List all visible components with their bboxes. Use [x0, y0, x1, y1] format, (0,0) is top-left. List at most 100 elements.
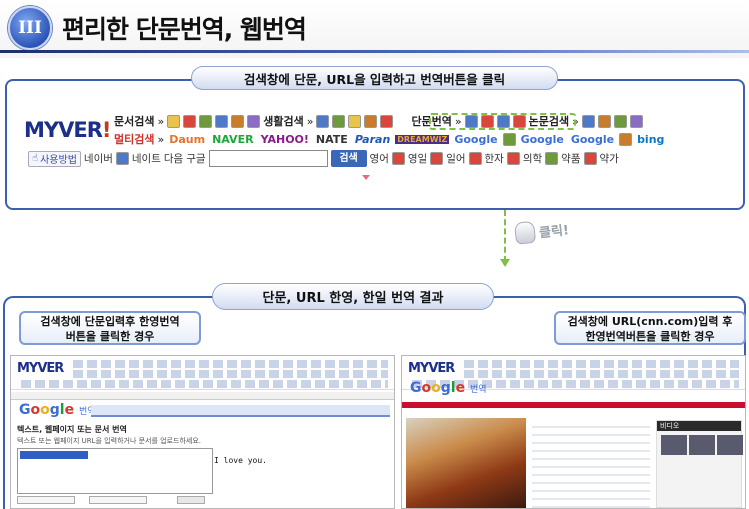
right-caption-line2: 한영번역버튼을 클릭한 경우 — [585, 330, 715, 343]
section-number-badge: III — [8, 6, 52, 50]
step2-label: 단문, URL 한영, 한일 번역 결과 — [212, 283, 494, 310]
short-translate-highlight — [429, 113, 576, 130]
slide: III 편리한 단문번역, 웹번역 검색창에 단문, URL을 입력하고 번역버… — [0, 0, 749, 509]
section-hint: 텍스트 또는 웹페이지 URL을 입력하거나 문서를 업로드하세요. — [17, 437, 202, 445]
left-case-caption: 검색창에 단문입력후 한영번역 버튼을 클릭한 경우 — [19, 311, 201, 345]
separator: » — [157, 114, 165, 128]
nate-link[interactable]: NATE — [314, 133, 350, 146]
separator: » — [306, 114, 314, 128]
life-search-label[interactable]: 생활검색 — [263, 113, 303, 129]
usage-button[interactable]: ☝ 사용방법 — [28, 150, 81, 167]
left-caption-line1: 검색창에 단문입력후 한영번역 — [40, 315, 180, 328]
source-textarea[interactable] — [17, 448, 213, 494]
google-variant-icon[interactable] — [502, 132, 516, 146]
naver-link[interactable]: NAVER — [210, 133, 255, 146]
news-list — [532, 420, 650, 508]
drug-icon[interactable] — [583, 152, 597, 165]
doc-icon[interactable] — [215, 114, 229, 128]
option-drug-price[interactable]: 약가 — [600, 151, 619, 166]
search-input[interactable] — [208, 150, 328, 167]
translate-tabs[interactable] — [91, 405, 390, 417]
mini-toolbar: MYVER — [11, 356, 394, 390]
translate-button[interactable] — [177, 496, 205, 504]
bag-icon[interactable] — [364, 114, 378, 128]
usage-label: 사용방법 — [40, 155, 77, 166]
toolbar-row-3: ☝ 사용방법 네이버 네이트 다음 구글 검색 영어 영일 일어 한자 의학 약품… — [28, 150, 619, 167]
click-hint: 클릭! — [513, 217, 570, 245]
source-lang-select[interactable] — [17, 496, 75, 504]
en-jp-icon[interactable] — [430, 152, 444, 165]
med-icon[interactable] — [629, 114, 643, 128]
yahoo-link[interactable]: YAHOO! — [259, 133, 311, 146]
news-photo — [406, 418, 526, 508]
google-bar — [11, 392, 394, 400]
right-case-caption: 검색창에 URL(cnn.com)입력 후 한영번역버튼을 클릭한 경우 — [554, 311, 746, 345]
english-icon[interactable] — [391, 152, 405, 165]
option-medical[interactable]: 의학 — [523, 151, 542, 166]
video-thumb[interactable] — [689, 435, 715, 455]
google-translate-label: 번역 — [469, 385, 487, 395]
mouse-hand-icon — [513, 220, 537, 245]
slide-icon[interactable] — [231, 114, 245, 128]
leaf-icon[interactable] — [613, 114, 627, 128]
link-daum[interactable]: 다음 — [164, 151, 183, 166]
link-nate[interactable]: 네이트 — [132, 151, 161, 166]
video-thumb[interactable] — [717, 435, 743, 455]
pdf-icon[interactable] — [183, 114, 197, 128]
book-icon[interactable] — [167, 114, 181, 128]
option-english[interactable]: 영어 — [370, 151, 389, 166]
books-icon[interactable] — [597, 114, 611, 128]
mini-row — [464, 370, 739, 378]
multi-search-label[interactable]: 멀티검색 — [114, 131, 154, 147]
collapse-caret-icon[interactable] — [362, 175, 370, 180]
option-drug[interactable]: 약품 — [561, 151, 580, 166]
option-hanja[interactable]: 한자 — [485, 151, 504, 166]
logo-mark: ! — [101, 118, 112, 142]
naver-icon[interactable] — [115, 152, 129, 165]
dreamwiz-link[interactable]: DREAMWIZ — [395, 134, 450, 144]
medical-icon[interactable] — [545, 152, 559, 165]
video-thumb[interactable] — [661, 435, 687, 455]
sheet-icon[interactable] — [199, 114, 213, 128]
flow-arrow-line — [504, 210, 506, 262]
bing-link[interactable]: bing — [635, 133, 666, 146]
doc-search-label[interactable]: 문서검색 — [114, 113, 154, 129]
japanese-icon[interactable] — [468, 152, 482, 165]
mini-row — [21, 380, 388, 388]
map-icon[interactable] — [332, 114, 346, 128]
google-link[interactable]: Google — [452, 133, 499, 146]
option-en-jp[interactable]: 영일 — [408, 151, 427, 166]
left-result-screenshot: MYVER Google 번역 텍스트, 웹페이지 또는 문서 번역 텍스트 또… — [10, 355, 395, 509]
logo-text: MYVER — [24, 118, 103, 142]
mini-row — [73, 370, 388, 378]
mail-icon[interactable] — [348, 114, 362, 128]
selected-text — [20, 451, 88, 459]
translation-result: I love you. — [214, 456, 267, 465]
bing-icon[interactable] — [619, 132, 633, 146]
magnifier-icon[interactable] — [581, 114, 595, 128]
google-link-3[interactable]: Google — [569, 133, 616, 146]
google-translate-logo: Google 번역 — [410, 380, 487, 396]
search-button[interactable]: 검색 — [330, 150, 367, 167]
google-link-2[interactable]: Google — [519, 133, 566, 146]
header-divider — [0, 50, 749, 53]
hwp-icon[interactable] — [247, 114, 261, 128]
cnn-header-bar — [402, 402, 745, 408]
flow-arrow-head-icon — [500, 259, 510, 267]
myver-logo[interactable]: MYVER! — [24, 118, 112, 142]
paran-link[interactable]: Paran — [353, 133, 392, 146]
option-japanese[interactable]: 일어 — [446, 151, 465, 166]
globe-icon[interactable] — [316, 114, 330, 128]
mini-row — [464, 360, 739, 368]
hanja-icon[interactable] — [506, 152, 520, 165]
link-google[interactable]: 구글 — [186, 151, 205, 166]
myver-toolbar: MYVER! 문서검색 » 생활검색 » 단문번역 » 논문검색 » 멀티검색 … — [24, 111, 734, 171]
link-naver[interactable]: 네이버 — [84, 151, 113, 166]
target-lang-select[interactable] — [89, 496, 147, 504]
toolbar-row-2: 멀티검색 » Daum NAVER YAHOO! NATE Paran DREA… — [114, 131, 666, 147]
mini-logo: MYVER — [408, 361, 455, 376]
calendar-icon[interactable] — [380, 114, 394, 128]
mini-row — [73, 360, 388, 368]
daum-link[interactable]: Daum — [167, 133, 207, 146]
slide-header: III 편리한 단문번역, 웹번역 — [0, 0, 749, 58]
